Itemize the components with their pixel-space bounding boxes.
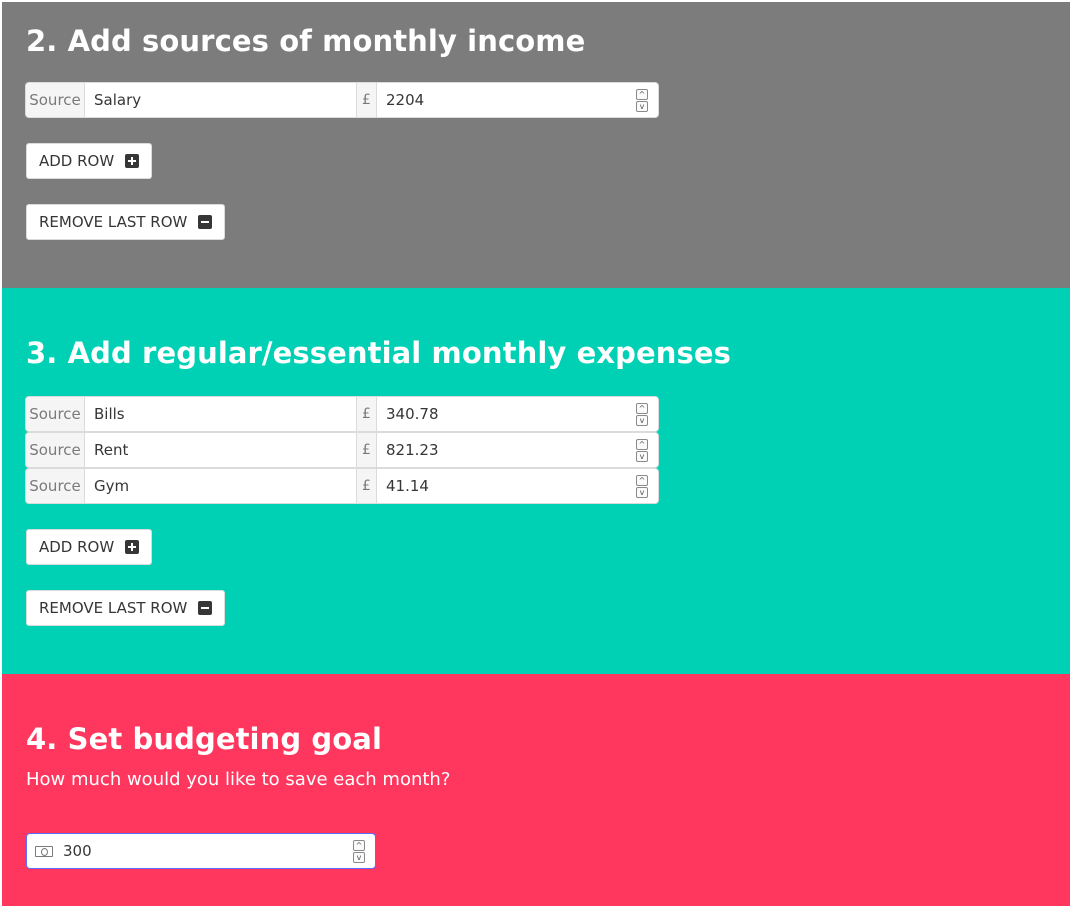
plus-square-icon [125,540,139,554]
spinner-up-icon[interactable]: ^ [353,840,365,851]
spinner-down-icon[interactable]: v [636,101,648,112]
remove-row-label: REMOVE LAST ROW [39,599,188,617]
goal-subtitle: How much would you like to save each mon… [26,769,451,790]
spinner-down-icon[interactable]: v [353,852,365,863]
expense-source-input[interactable]: Bills [85,396,357,432]
savings-goal-value: 300 [63,842,92,860]
spinner-up-icon[interactable]: ^ [636,403,648,414]
add-row-label: ADD ROW [39,152,115,170]
income-add-row-button[interactable]: ADD ROW [26,143,152,179]
expense-amount-value: 41.14 [386,477,429,495]
income-row: Source Salary £ 2204 ^ v [25,82,659,118]
expense-row: Source Bills £ 340.78 ^ v [25,396,659,432]
number-spinner[interactable]: ^ v [353,840,365,863]
expense-row: Source Rent £ 821.23 ^ v [25,432,659,468]
spinner-down-icon[interactable]: v [636,415,648,426]
minus-square-icon [198,601,212,615]
expense-rows: Source Bills £ 340.78 ^ v Source Rent £ … [25,396,659,504]
expense-amount-input[interactable]: 821.23 ^ v [376,432,659,468]
expenses-section: 3. Add regular/essential monthly expense… [2,288,1070,674]
remove-row-label: REMOVE LAST ROW [39,213,188,231]
add-row-label: ADD ROW [39,538,115,556]
source-addon: Source [25,82,85,118]
plus-square-icon [125,154,139,168]
income-amount-input[interactable]: 2204 ^ v [376,82,659,118]
income-source-input[interactable]: Salary [85,82,357,118]
income-remove-last-row-button[interactable]: REMOVE LAST ROW [26,204,225,240]
money-bill-icon [35,846,53,857]
goal-title: 4. Set budgeting goal [26,722,382,756]
currency-addon: £ [357,432,376,468]
income-amount-value: 2204 [386,91,425,109]
expense-amount-value: 821.23 [386,441,439,459]
number-spinner[interactable]: ^ v [636,403,648,426]
number-spinner[interactable]: ^ v [636,89,648,112]
expense-source-input[interactable]: Rent [85,432,357,468]
spinner-down-icon[interactable]: v [636,487,648,498]
currency-addon: £ [357,468,376,504]
expense-amount-input[interactable]: 340.78 ^ v [376,396,659,432]
expense-source-input[interactable]: Gym [85,468,357,504]
income-title: 2. Add sources of monthly income [26,24,586,58]
source-addon: Source [25,396,85,432]
number-spinner[interactable]: ^ v [636,439,648,462]
expense-amount-input[interactable]: 41.14 ^ v [376,468,659,504]
goal-section: 4. Set budgeting goal How much would you… [2,674,1070,906]
currency-addon: £ [357,82,376,118]
spinner-up-icon[interactable]: ^ [636,89,648,100]
source-addon: Source [25,432,85,468]
spinner-up-icon[interactable]: ^ [636,439,648,450]
source-addon: Source [25,468,85,504]
income-rows: Source Salary £ 2204 ^ v [25,82,659,118]
number-spinner[interactable]: ^ v [636,475,648,498]
minus-square-icon [198,215,212,229]
expense-amount-value: 340.78 [386,405,439,423]
income-section: 2. Add sources of monthly income Source … [2,2,1070,288]
expenses-remove-last-row-button[interactable]: REMOVE LAST ROW [26,590,225,626]
savings-goal-input[interactable]: 300 ^ v [26,833,376,869]
spinner-down-icon[interactable]: v [636,451,648,462]
expenses-title: 3. Add regular/essential monthly expense… [26,336,732,370]
expense-row: Source Gym £ 41.14 ^ v [25,468,659,504]
spinner-up-icon[interactable]: ^ [636,475,648,486]
expenses-add-row-button[interactable]: ADD ROW [26,529,152,565]
currency-addon: £ [357,396,376,432]
